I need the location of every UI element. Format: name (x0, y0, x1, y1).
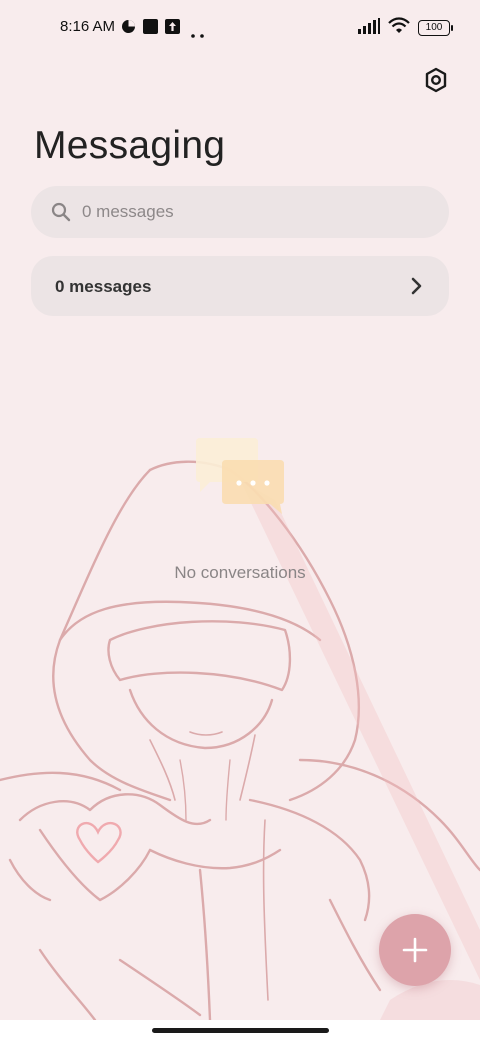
status-time: 8:16 AM (60, 18, 116, 35)
search-icon (51, 202, 71, 227)
page-title: Messaging (34, 124, 226, 167)
chevron-right-icon (411, 277, 423, 300)
plus-icon (402, 937, 428, 963)
navigation-bar (0, 1020, 480, 1040)
data-saver-icon (121, 19, 136, 39)
messages-card-label: 0 messages (55, 277, 152, 296)
wifi-icon (388, 17, 410, 39)
new-conversation-button[interactable] (379, 914, 451, 986)
more-dots-icon (191, 25, 205, 43)
messages-card[interactable]: 0 messages (31, 256, 449, 316)
battery-icon: 100 (418, 20, 453, 36)
search-input[interactable] (82, 186, 422, 238)
settings-button[interactable] (420, 64, 452, 96)
home-indicator[interactable] (152, 1028, 329, 1033)
signal-icon (358, 17, 380, 39)
chat-bubbles-icon (196, 438, 284, 514)
status-bar: 8:16 AM 100 (0, 0, 480, 56)
upload-icon (165, 19, 180, 39)
search-bar[interactable] (31, 186, 449, 238)
square-notification-icon (143, 19, 158, 39)
settings-hex-icon (425, 67, 447, 93)
empty-state-text: No conversations (174, 563, 306, 582)
